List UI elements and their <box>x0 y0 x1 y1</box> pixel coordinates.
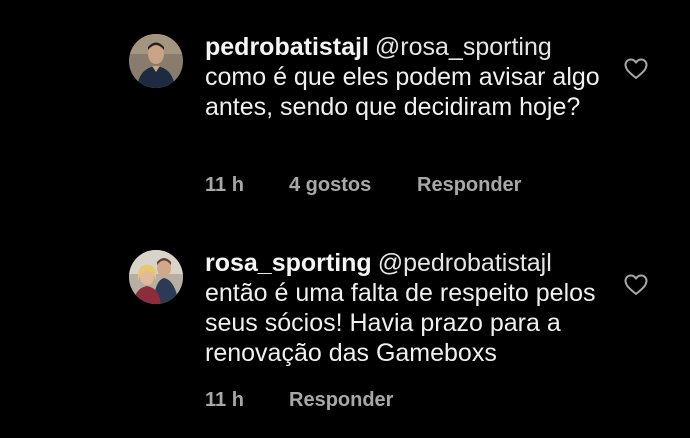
comment-text: então é uma falta de respeito pelos seus… <box>205 279 596 367</box>
like-button[interactable] <box>624 58 648 80</box>
comment-timestamp: 11 h <box>205 389 244 411</box>
comment-mention[interactable]: @pedrobatistajl <box>378 249 552 277</box>
reply-button[interactable]: Responder <box>417 174 521 197</box>
avatar[interactable] <box>129 250 183 304</box>
heart-outline-icon <box>624 274 648 295</box>
comment-username[interactable]: rosa_sporting <box>205 249 372 277</box>
profile-photo-icon <box>129 250 183 304</box>
heart-outline-icon <box>624 58 648 79</box>
comment-mention[interactable]: @rosa_sporting <box>375 33 552 61</box>
comment-text: como é que eles podem avisar algo antes,… <box>205 63 600 121</box>
like-button[interactable] <box>624 274 648 296</box>
avatar[interactable] <box>129 34 183 88</box>
comment-thread: pedrobatistajl @rosa_sporting como é que … <box>0 0 690 438</box>
comment-timestamp: 11 h <box>205 174 244 196</box>
profile-photo-icon <box>129 34 183 88</box>
comment-meta: 11 h Responder <box>205 389 393 412</box>
comment-username[interactable]: pedrobatistajl <box>205 33 369 61</box>
comment-body: rosa_sporting @pedrobatistajl então é uma… <box>205 248 605 368</box>
comment-likes-count[interactable]: 4 gostos <box>289 174 417 197</box>
comment-meta: 11 h 4 gostos Responder <box>205 174 521 197</box>
comment-body: pedrobatistajl @rosa_sporting como é que … <box>205 32 605 122</box>
reply-button[interactable]: Responder <box>289 389 393 412</box>
